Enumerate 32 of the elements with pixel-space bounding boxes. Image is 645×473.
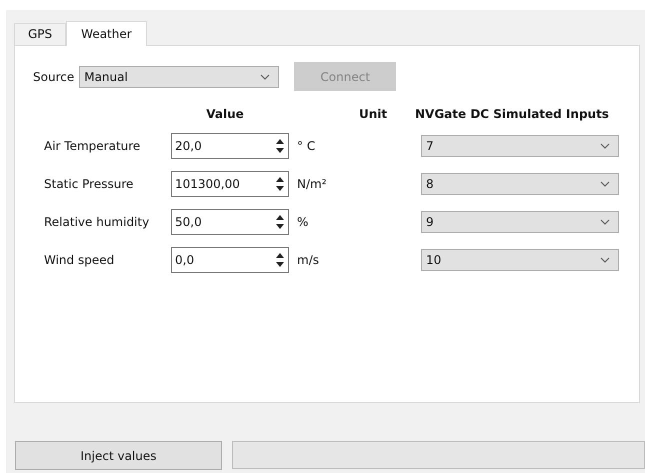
dropdown[interactable]: 10: [421, 249, 619, 271]
unit-label: N/m²: [297, 177, 327, 191]
chevron-down-icon: [600, 181, 610, 187]
number-field[interactable]: 101300,00: [171, 171, 289, 197]
unit-label: ° C: [297, 139, 316, 153]
number-field[interactable]: 50,0: [171, 209, 289, 235]
spin-arrows-icon[interactable]: [275, 175, 285, 193]
unit-label: %: [297, 215, 308, 229]
column-header: NVGate DC Simulated Inputs: [415, 107, 610, 121]
number-field[interactable]: 20,0: [171, 133, 289, 159]
spin-arrows-icon[interactable]: [275, 213, 285, 231]
field-label: Static Pressure: [44, 177, 134, 191]
chevron-down-icon: [600, 257, 610, 263]
chevron-down-icon: [600, 143, 610, 149]
unit-label: m/s: [297, 253, 319, 267]
source-label: Source: [33, 70, 74, 84]
dropdown[interactable]: 9: [421, 211, 619, 233]
spin-arrows-icon[interactable]: [275, 251, 285, 269]
field-label: Relative humidity: [44, 215, 150, 229]
tab[interactable]: GPS: [14, 23, 66, 45]
column-header: Value: [205, 107, 245, 121]
tab[interactable]: Weather: [66, 21, 147, 46]
field-label: Wind speed: [44, 253, 116, 267]
spin-arrows-icon[interactable]: [275, 137, 285, 155]
chevron-down-icon: [260, 74, 270, 80]
dropdown[interactable]: 8: [421, 173, 619, 195]
chevron-down-icon: [600, 219, 610, 225]
field-label: Air Temperature: [44, 139, 142, 153]
inject-values-button[interactable]: Inject values: [15, 441, 222, 470]
dropdown[interactable]: 7: [421, 135, 619, 157]
dropdown[interactable]: Manual: [79, 66, 280, 88]
number-field[interactable]: 0,0: [171, 247, 289, 273]
